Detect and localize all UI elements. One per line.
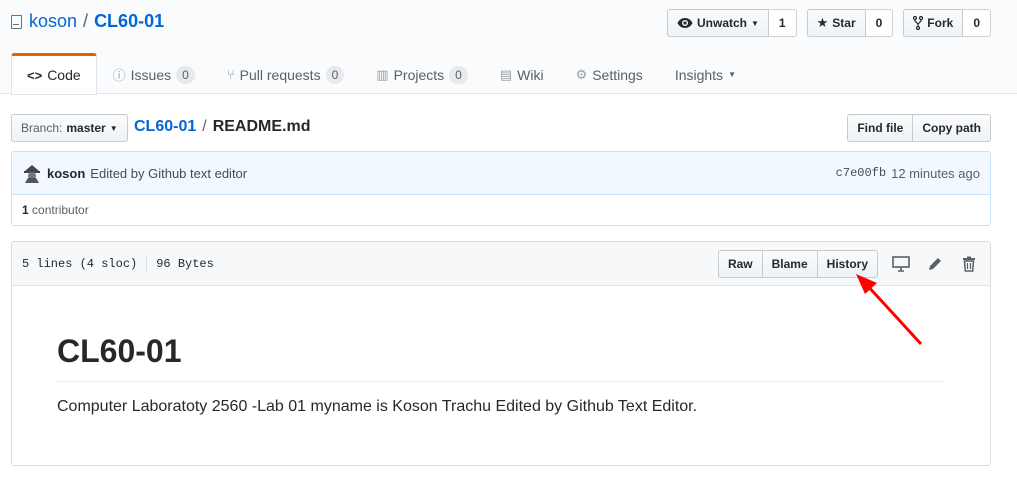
tab-insights[interactable]: Insights ▼ — [659, 53, 752, 94]
contributors-row[interactable]: 1 contributor — [12, 195, 990, 225]
pull-requests-counter: 0 — [325, 65, 345, 84]
tab-pull-requests[interactable]: ⑂ Pull requests 0 — [211, 53, 360, 94]
breadcrumb-file: README.md — [212, 118, 311, 135]
desktop-icon[interactable] — [890, 253, 912, 275]
commit-author-link[interactable]: koson — [47, 166, 85, 181]
gear-icon: ⚙ — [575, 66, 588, 82]
star-button[interactable]: ★ Star — [806, 9, 866, 37]
issue-icon: ⓘ — [112, 68, 126, 83]
file-info-divider — [146, 254, 148, 273]
tab-insights-label: Insights — [674, 66, 724, 83]
pull-request-icon: ⑂ — [226, 67, 235, 82]
tab-issues[interactable]: ⓘ Issues 0 — [97, 53, 211, 94]
file-size: 96 Bytes — [156, 256, 214, 271]
find-file-button[interactable]: Find file — [847, 114, 914, 142]
file-actions: Raw Blame History — [717, 249, 980, 278]
forks-count[interactable]: 0 — [963, 9, 991, 37]
tab-wiki-label: Wiki — [517, 66, 544, 83]
readme-heading: CL60-01 — [57, 331, 945, 382]
contributors-label: contributor — [32, 203, 89, 217]
tab-settings-label: Settings — [592, 66, 643, 83]
repo-icon — [11, 14, 22, 29]
history-button[interactable]: History — [816, 249, 878, 278]
file-header: 5 lines (4 sloc) 96 Bytes Raw Blame Hist… — [12, 242, 990, 286]
branch-select-button[interactable]: Branch: master ▼ — [11, 114, 128, 142]
readme-content: CL60-01 Computer Laboratoty 2560 -Lab 01… — [12, 286, 990, 461]
book-icon: ▤ — [499, 66, 513, 82]
projects-counter: 0 — [449, 65, 468, 84]
tab-code-label: Code — [47, 67, 81, 83]
star-label: Star — [832, 16, 856, 30]
code-icon: <> — [27, 67, 43, 83]
star-group: ★ Star 0 — [806, 9, 894, 37]
unwatch-button[interactable]: Unwatch ▼ — [666, 9, 769, 37]
caret-down-icon: ▼ — [109, 123, 118, 133]
pagehead-actions: Unwatch ▼ 1 ★ Star 0 Fork 0 — [666, 9, 991, 37]
commit-sha-link[interactable]: c7e00fb — [836, 166, 886, 180]
commit-tease: koson Edited by Github text editor c7e00… — [12, 152, 990, 195]
repo-nav: <> Code ⓘ Issues 0 ⑂ Pull requests 0 ▥ P… — [11, 53, 752, 95]
avatar[interactable] — [22, 163, 42, 183]
breadcrumb: CL60-01 / README.md — [134, 118, 310, 136]
repo-header: koson / CL60-01 Unwatch ▼ 1 ★ Star 0 For… — [0, 0, 1017, 95]
tab-pull-requests-label: Pull requests — [239, 66, 321, 83]
repo-title-separator: / — [83, 11, 89, 31]
tab-code[interactable]: <> Code — [11, 53, 97, 95]
breadcrumb-repo-link[interactable]: CL60-01 — [134, 118, 196, 136]
file-lines: 5 lines (4 sloc) — [22, 256, 138, 271]
breadcrumb-separator: / — [202, 118, 207, 135]
fork-button[interactable]: Fork — [903, 9, 964, 37]
unwatch-label: Unwatch — [696, 16, 747, 30]
blame-button[interactable]: Blame — [761, 249, 818, 278]
watch-group: Unwatch ▼ 1 — [666, 9, 797, 37]
pencil-icon[interactable] — [924, 253, 946, 275]
commit-message-link[interactable]: Edited by Github text editor — [90, 166, 247, 181]
contributors-count: 1 — [22, 203, 29, 217]
tab-wiki[interactable]: ▤ Wiki — [484, 53, 560, 94]
raw-button[interactable]: Raw — [717, 249, 763, 278]
readme-body: Computer Laboratoty 2560 -Lab 01 myname … — [57, 398, 698, 415]
repo-owner-link[interactable]: koson — [29, 11, 77, 32]
tab-settings[interactable]: ⚙ Settings — [560, 53, 659, 94]
file-info: 5 lines (4 sloc) 96 Bytes — [22, 254, 214, 273]
file-view-buttons: Raw Blame History — [717, 249, 878, 278]
repo-title: koson / CL60-01 — [11, 11, 164, 32]
issues-counter: 0 — [176, 65, 195, 84]
tab-projects[interactable]: ▥ Projects 0 — [360, 53, 484, 94]
stars-count[interactable]: 0 — [865, 9, 894, 37]
branch-prefix: Branch: — [21, 121, 63, 135]
branch-name: master — [66, 121, 106, 135]
project-icon: ▥ — [376, 66, 389, 82]
file-nav: Find file Copy path — [847, 114, 991, 142]
eye-icon — [677, 18, 693, 28]
commit-box: koson Edited by Github text editor c7e00… — [11, 151, 991, 226]
file-box: 5 lines (4 sloc) 96 Bytes Raw Blame Hist… — [11, 241, 991, 466]
fork-group: Fork 0 — [903, 9, 991, 37]
repo-name-link[interactable]: CL60-01 — [94, 11, 164, 32]
watchers-count[interactable]: 1 — [768, 9, 797, 37]
trash-icon[interactable] — [958, 253, 980, 275]
copy-path-button[interactable]: Copy path — [913, 114, 991, 142]
tab-projects-label: Projects — [393, 66, 445, 83]
commit-time: 12 minutes ago — [891, 165, 980, 181]
caret-down-icon: ▼ — [751, 18, 759, 28]
fork-label: Fork — [927, 16, 954, 30]
caret-down-icon: ▼ — [728, 70, 736, 79]
tab-issues-label: Issues — [130, 66, 172, 83]
fork-icon — [913, 16, 924, 30]
star-icon: ★ — [816, 15, 829, 30]
commit-meta: c7e00fb 12 minutes ago — [836, 166, 980, 181]
